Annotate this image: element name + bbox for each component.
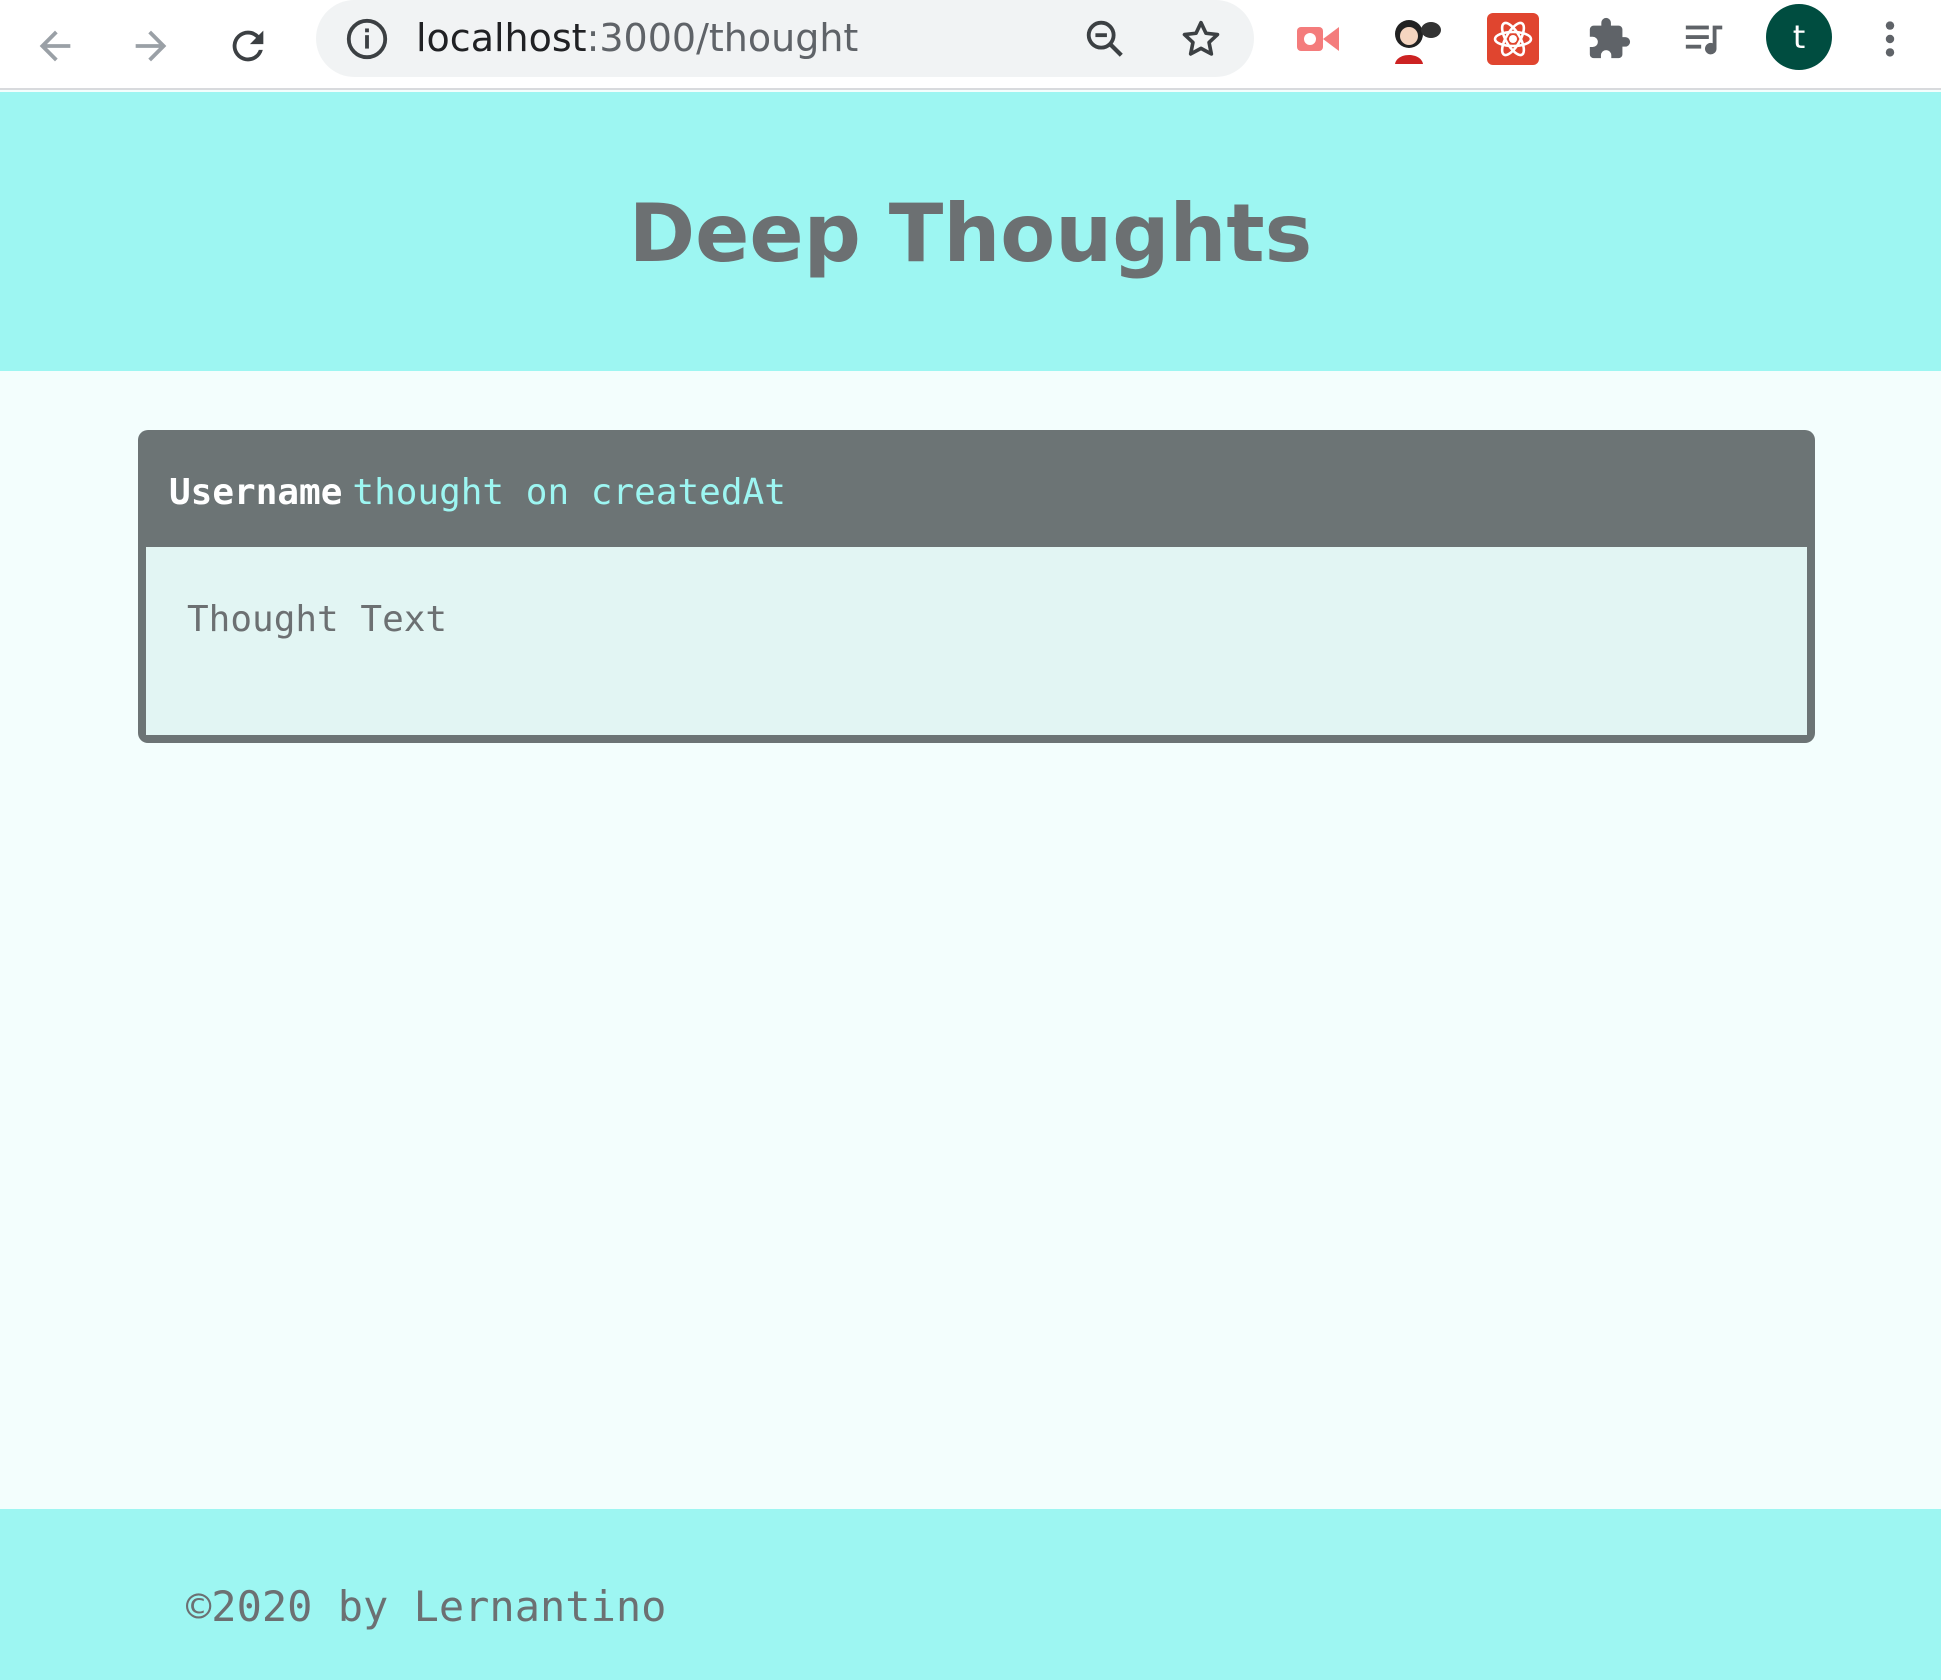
site-header: Deep Thoughts — [0, 92, 1941, 371]
video-extension-button[interactable] — [1292, 10, 1350, 68]
menu-button[interactable] — [1870, 10, 1910, 68]
forward-button[interactable] — [114, 9, 188, 83]
media-queue-icon — [1685, 25, 1723, 55]
main-content: Username thought on createdAt Thought Tex… — [0, 371, 1941, 1509]
site-footer: ©2020 by Lernantino — [0, 1509, 1941, 1680]
site-info-icon[interactable] — [344, 16, 390, 62]
address-bar[interactable]: localhost:3000/thought — [316, 0, 1254, 77]
bookmark-button[interactable] — [1176, 14, 1226, 64]
thought-meta: thought on createdAt — [352, 472, 786, 513]
extensions-puzzle-icon — [1589, 17, 1631, 59]
url-host: localhost — [416, 16, 587, 60]
browser-toolbar: localhost:3000/thought t — [0, 0, 1941, 90]
profile-button[interactable]: t — [1766, 4, 1832, 70]
thought-card-header: Username thought on createdAt — [138, 430, 1815, 547]
bookmark-star-icon — [1182, 20, 1220, 56]
extensions-button[interactable] — [1580, 10, 1638, 68]
menu-dots-icon — [1885, 21, 1895, 57]
url-text[interactable]: localhost:3000/thought — [416, 12, 858, 64]
react-devtools-icon — [1487, 13, 1539, 65]
profile-avatar: t — [1766, 4, 1832, 70]
url-path: :3000/thought — [586, 16, 859, 60]
zoom-out-icon — [1086, 20, 1123, 57]
reload-button[interactable] — [211, 9, 285, 83]
footer-copyright: ©2020 by Lernantino — [186, 1582, 667, 1631]
video-extension-icon — [1297, 27, 1339, 51]
back-button[interactable] — [18, 9, 92, 83]
zoom-button[interactable] — [1080, 14, 1130, 64]
thought-text: Thought Text — [187, 599, 448, 640]
thought-username: Username — [169, 472, 343, 513]
reload-icon — [232, 30, 264, 62]
thought-card-body: Thought Text — [146, 547, 1807, 735]
back-arrow-icon — [39, 30, 71, 62]
thought-card: Username thought on createdAt Thought Tex… — [138, 430, 1815, 743]
react-devtools-button[interactable] — [1484, 10, 1542, 68]
avatar-extension-icon — [1395, 20, 1441, 64]
forward-arrow-icon — [135, 30, 167, 62]
media-queue-button[interactable] — [1676, 10, 1734, 68]
avatar-extension-button[interactable] — [1387, 10, 1445, 68]
page-title[interactable]: Deep Thoughts — [0, 187, 1941, 280]
